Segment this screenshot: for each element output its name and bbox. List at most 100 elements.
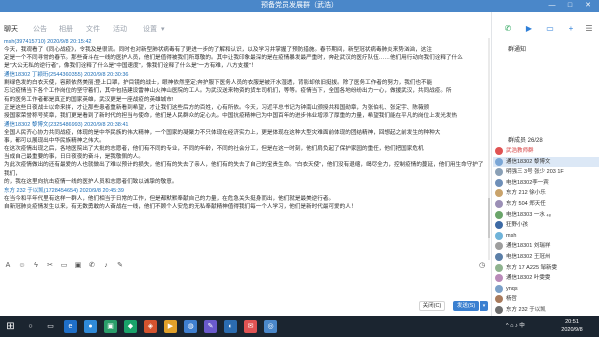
member-item[interactable]: 东方 17 A225 邹新雯 xyxy=(493,263,599,274)
app-icon[interactable]: ◍ xyxy=(184,320,197,333)
member-item[interactable]: 东方 212 徐小乐 xyxy=(493,188,599,199)
window-title: 预备党员发展群（武浩） xyxy=(261,2,338,9)
message-text: 自新冠肺炎疫情发生以来，有无数勇敢的人奋战在一线，他们不顾个人安危的无私奉献精神… xyxy=(4,203,357,210)
font-icon[interactable]: A xyxy=(4,262,12,270)
lightning-icon[interactable]: ϟ xyxy=(32,262,40,270)
message-text: 全国人民齐心协力共同战疫，体现的是中华民族的伟大精神，一个国家的凝聚力不只体现在… xyxy=(4,129,441,136)
mic-icon[interactable]: ♪ xyxy=(102,262,110,270)
chat-scrollbar[interactable] xyxy=(488,38,490,260)
message-time: 2020/9/8 20:45:39 xyxy=(79,187,124,194)
message-text: 授国家荣誉称号奖章，我们更是看到了新时代的担当与使命，他们是人民群众的定心丸。中… xyxy=(4,112,458,119)
member-name: 东方 17 A225 邹新雯 xyxy=(506,264,558,271)
message-text: 在当今和平年代里有这样一群人，他们相当于日常的工作，但是都默默奉献自己的力量，在… xyxy=(4,195,335,202)
app-icon[interactable]: ◎ xyxy=(264,320,277,333)
member-item[interactable]: 明强三 3号 张少 203 1F xyxy=(493,167,599,178)
phone-icon[interactable]: ✆ xyxy=(88,262,96,270)
message-text: 当成自己最重要的事，日日夜夜的奋斗，是我敬佩的人。 xyxy=(4,154,144,161)
member-item[interactable]: 电信18302李一宾 xyxy=(493,178,599,189)
tab-announcement[interactable]: 公告 xyxy=(33,24,47,36)
member-item[interactable]: 通信18302 叶雯雯 xyxy=(493,273,599,284)
app-icon[interactable]: ◆ xyxy=(124,320,137,333)
add-member-icon[interactable]: + xyxy=(564,22,578,36)
avatar xyxy=(495,242,503,251)
send-options-button[interactable]: ▾ xyxy=(480,301,488,311)
member-item[interactable]: msh xyxy=(493,231,599,242)
scissors-icon[interactable]: ✂ xyxy=(46,262,54,270)
system-tray[interactable]: ^ ⌂ ♪ 中 xyxy=(506,316,525,337)
history-icon[interactable]: ◷ xyxy=(478,262,486,270)
member-item[interactable]: 电信18303 一水 ₄₈ xyxy=(493,210,599,221)
close-window-button[interactable]: ✕ xyxy=(580,0,596,12)
more-icon[interactable]: ☰ xyxy=(582,22,596,36)
app-icon[interactable]: ✎ xyxy=(204,320,217,333)
message-sender[interactable]: 通信18302 丁颖珩(2544360355) xyxy=(4,72,83,78)
member-name: 通信18301 刘瑞祥 xyxy=(506,243,551,250)
tab-chat[interactable]: 聊天 xyxy=(4,24,18,36)
avatar xyxy=(495,274,503,283)
windows-start-icon[interactable]: ⊞ xyxy=(4,320,17,333)
search-icon[interactable]: ○ xyxy=(24,320,37,333)
clock-date: 2020/9/8 xyxy=(561,327,583,333)
avatar xyxy=(495,305,503,314)
member-name: 通信18302 叶雯雯 xyxy=(506,275,551,282)
folder-icon[interactable]: ▭ xyxy=(60,262,68,270)
minimize-button[interactable]: — xyxy=(544,0,560,12)
member-item[interactable]: 电信18302 王冠州 xyxy=(493,252,599,263)
close-button[interactable]: 关闭(C) xyxy=(419,301,445,311)
member-name: 明强三 3号 张少 203 1F xyxy=(506,169,564,176)
app-icon[interactable]: ✉ xyxy=(244,320,257,333)
image-icon[interactable]: ▣ xyxy=(74,262,82,270)
member-name: 东方 212 徐小乐 xyxy=(506,190,546,197)
app-icon[interactable]: ◐ xyxy=(224,320,237,333)
avatar xyxy=(495,252,503,261)
app-icon[interactable]: ▣ xyxy=(104,320,117,333)
app-icon[interactable]: ◈ xyxy=(144,320,157,333)
avatar xyxy=(495,263,503,272)
maximize-button[interactable]: □ xyxy=(562,0,578,12)
edge-icon[interactable]: e xyxy=(64,320,77,333)
video-call-icon[interactable]: ▶ xyxy=(522,22,536,36)
app-icon[interactable]: ● xyxy=(84,320,97,333)
tab-settings[interactable]: 设置 xyxy=(143,24,157,36)
chat-message-area[interactable]: msh(397415710) 2020/9/8 20:15:42 今天，我观看了… xyxy=(0,38,490,258)
member-item[interactable]: 东方 504 郑天任 xyxy=(493,199,599,210)
pen-icon[interactable]: ✎ xyxy=(116,262,124,270)
member-item[interactable]: 武浩教师群 xyxy=(493,146,599,157)
tab-files[interactable]: 文件 xyxy=(86,24,100,36)
member-list: 武浩教师群 通信18302 黎博文 明强三 3号 张少 203 1F 电信183… xyxy=(493,146,599,314)
tab-activity[interactable]: 活动 xyxy=(113,24,127,36)
member-item[interactable]: 通信18302 黎博文 xyxy=(493,156,599,168)
message-item: 通信18302 丁颖珩(2544360355) 2020/9/8 20:30:3… xyxy=(4,71,488,120)
task-view-icon[interactable]: ▭ xyxy=(44,320,57,333)
emoji-icon[interactable]: ☺ xyxy=(18,262,26,270)
message-sender[interactable]: 通信18302 黎博文(2325486993) xyxy=(4,122,83,128)
avatar xyxy=(495,199,503,208)
member-name: 东方 232 于以凯 xyxy=(506,306,546,313)
scrollbar-thumb[interactable] xyxy=(488,198,490,238)
message-text: 忘记疫情当下各个工作岗位的坚守着们，其中包括建设雷神山火神山医院的工人。为武汉送… xyxy=(4,88,452,95)
member-name: ynqs xyxy=(506,285,518,292)
message-input[interactable] xyxy=(0,273,490,313)
member-name: 东方 504 郑天任 xyxy=(506,200,546,207)
avatar xyxy=(495,178,503,187)
member-item[interactable]: 狂野小孩 xyxy=(493,220,599,231)
message-text: 的，我在这里向抗击疫情一线的医护人员和志愿者们致以诚挚的敬意。 xyxy=(4,178,178,185)
message-item: 东方 232 于以凯(1728454654) 2020/9/8 20:45:39… xyxy=(4,187,488,211)
sidebar-divider xyxy=(491,12,492,316)
tab-album[interactable]: 相册 xyxy=(59,24,73,36)
message-text: 剩绿色发的白衣天使，容颜依然美丽;登上口罩，护目镜的战士，眼神依然坚定;奔护服下… xyxy=(4,80,433,87)
member-name: 电信18302李一宾 xyxy=(506,179,549,186)
message-sender[interactable]: 东方 232 于以凯(1728454654) xyxy=(4,188,78,194)
app-icon[interactable]: ▶ xyxy=(164,320,177,333)
member-item[interactable]: 东方 232 于以凯 xyxy=(493,305,599,314)
member-item[interactable]: 通信18301 刘瑞祥 xyxy=(493,241,599,252)
message-time: 2020/9/8 20:30:36 xyxy=(84,72,129,79)
send-button[interactable]: 发送(S) xyxy=(453,301,479,311)
member-item[interactable]: 杨哲 xyxy=(493,294,599,305)
screen-share-icon[interactable]: ▭ xyxy=(543,22,557,36)
message-sender[interactable]: msh(397415710) xyxy=(4,39,46,45)
phone-call-icon[interactable]: ✆ xyxy=(501,22,515,36)
member-item[interactable]: ynqs xyxy=(493,284,599,295)
message-text: 事，都可以展现出中华民族精神之伟大。 xyxy=(4,137,105,144)
chevron-down-icon[interactable]: ▾ xyxy=(161,26,169,34)
